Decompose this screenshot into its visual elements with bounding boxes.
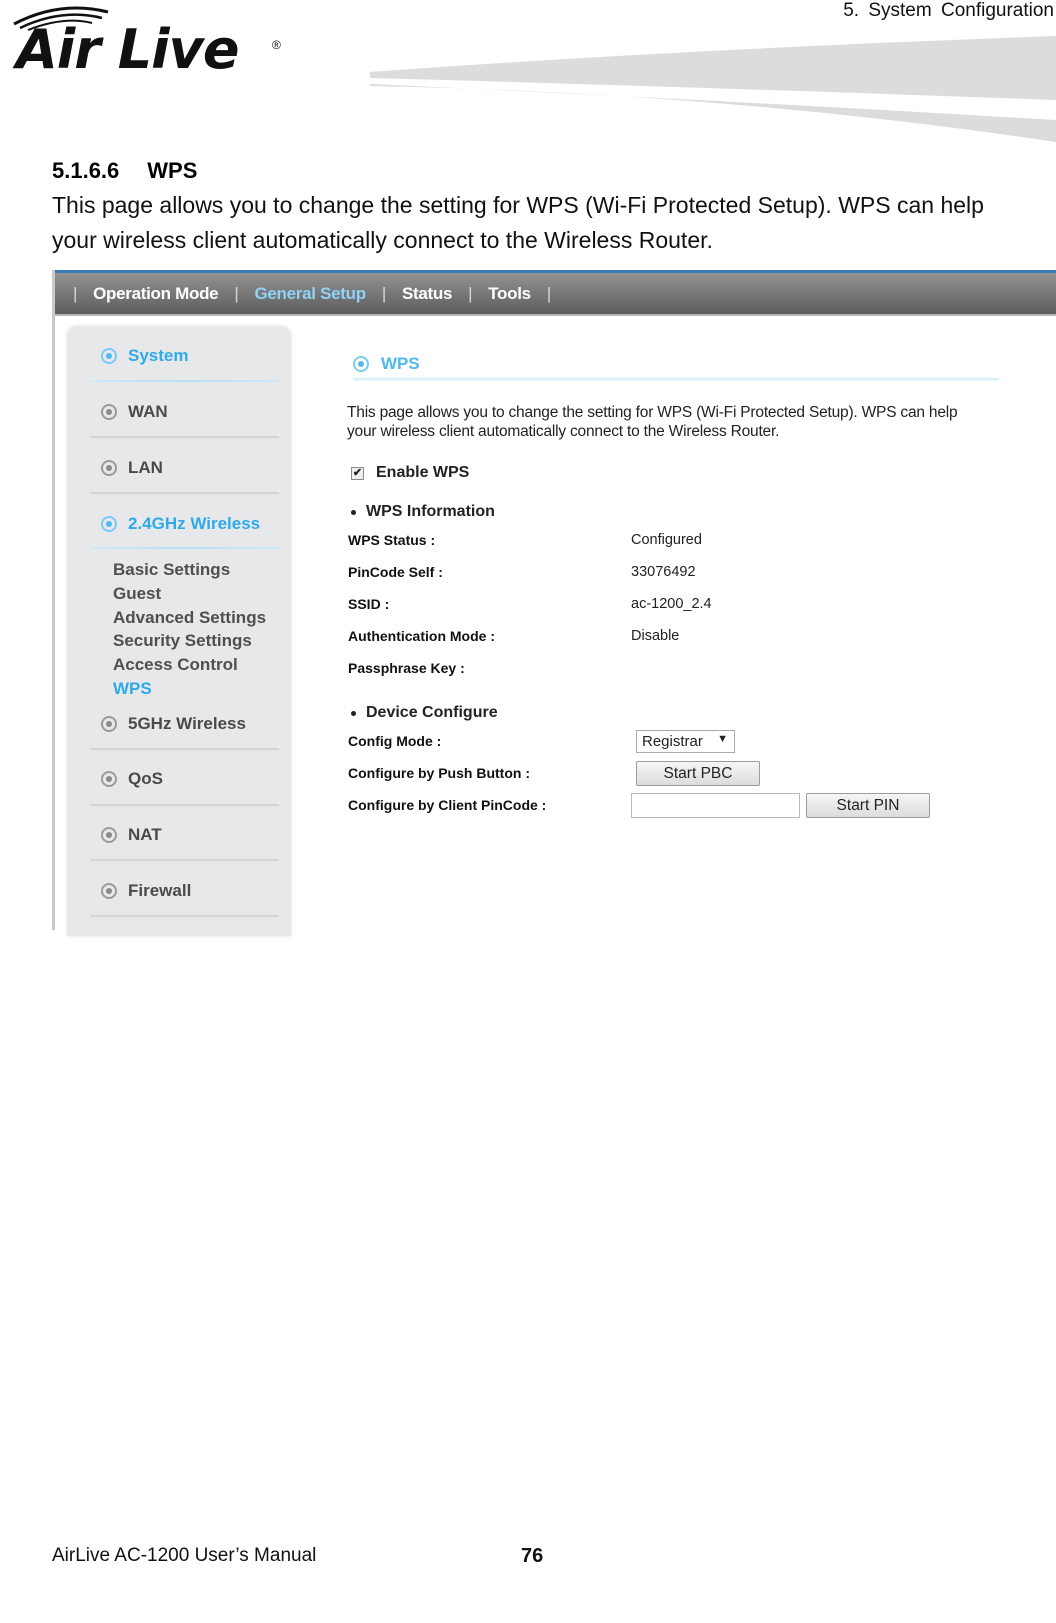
submenu-advanced-settings[interactable]: Advanced Settings — [113, 606, 266, 630]
sidebar-item-lan[interactable]: LAN — [91, 440, 281, 496]
submenu-security-settings[interactable]: Security Settings — [113, 629, 266, 653]
wps-information-heading: WPS Information — [349, 503, 495, 521]
section-heading: 5.1.6.6 WPS — [52, 158, 197, 184]
config-mode-label: Config Mode : — [348, 733, 442, 749]
device-configure-heading: Device Configure — [349, 704, 498, 722]
pincode-self-label: PinCode Self : — [348, 564, 443, 580]
nav-status[interactable]: Status — [402, 284, 452, 304]
push-button-label: Configure by Push Button : — [348, 765, 530, 781]
sidebar-divider — [91, 915, 279, 917]
sidebar-item-label: Firewall — [128, 881, 192, 900]
wps-status-value: Configured — [631, 532, 702, 548]
sidebar-submenu: Basic Settings Guest Advanced Settings S… — [113, 558, 266, 701]
dropdown-arrow-icon: ▼ — [717, 733, 728, 745]
client-pincode-label: Configure by Client PinCode : — [348, 797, 547, 813]
ssid-label: SSID : — [348, 596, 390, 612]
sidebar-item-label: NAT — [128, 825, 162, 844]
nav-separator: | — [381, 284, 386, 303]
enable-wps-row: ✔ Enable WPS — [351, 464, 469, 482]
nav-separator: | — [73, 284, 78, 303]
sidebar-divider — [91, 380, 279, 382]
radio-target-icon — [101, 827, 117, 843]
sidebar: System WAN LAN 2.4GHz Wireless Basic Set… — [67, 326, 291, 936]
radio-target-icon — [353, 356, 369, 372]
radio-target-icon — [101, 516, 117, 532]
submenu-basic-settings[interactable]: Basic Settings — [113, 558, 266, 582]
registered-mark: ® — [272, 38, 281, 52]
sidebar-item-5ghz-wireless[interactable]: 5GHz Wireless — [91, 696, 281, 752]
radio-target-icon — [101, 348, 117, 364]
sidebar-divider — [91, 804, 279, 806]
footer-manual-title: AirLive AC-1200 User’s Manual — [52, 1545, 317, 1566]
logo-text: Air Live — [16, 18, 239, 81]
pane-title: WPS — [353, 354, 420, 374]
sidebar-item-qos[interactable]: QoS — [91, 751, 281, 807]
header-swoosh-decoration — [370, 36, 1056, 142]
pane-title-divider — [353, 378, 999, 381]
wps-status-label: WPS Status : — [348, 532, 436, 548]
sidebar-item-label: LAN — [128, 458, 163, 477]
sidebar-divider — [91, 859, 279, 861]
sidebar-item-firewall[interactable]: Firewall — [91, 863, 281, 919]
sidebar-item-label: System — [128, 346, 189, 365]
submenu-guest[interactable]: Guest — [113, 582, 266, 606]
radio-target-icon — [101, 404, 117, 420]
sidebar-item-label: WAN — [128, 402, 168, 421]
sidebar-item-label: QoS — [128, 769, 163, 788]
chapter-header: 5. System Configuration — [843, 0, 1054, 21]
nav-operation-mode[interactable]: Operation Mode — [93, 284, 219, 304]
sidebar-item-label: 2.4GHz Wireless — [128, 514, 261, 533]
intro-line-2: your wireless client automatically conne… — [52, 227, 713, 253]
intro-line-1: This page allows you to change the setti… — [52, 192, 984, 218]
nav-tools[interactable]: Tools — [488, 284, 531, 304]
section-intro: This page allows you to change the setti… — [52, 188, 1056, 258]
pane-desc-line-2: your wireless client automatically conne… — [347, 423, 780, 440]
pane-desc-line-1: This page allows you to change the setti… — [347, 404, 958, 421]
sidebar-divider — [91, 547, 279, 549]
sidebar-item-system[interactable]: System — [91, 328, 281, 384]
heading-text: WPS Information — [366, 503, 495, 520]
heading-text: Device Configure — [366, 704, 498, 721]
ssid-value: ac-1200_2.4 — [631, 596, 712, 612]
airlive-logo: Air Live ® — [10, 2, 290, 84]
enable-wps-checkbox[interactable]: ✔ — [351, 466, 364, 480]
nav-general-setup[interactable]: General Setup — [254, 284, 366, 304]
config-mode-select[interactable]: Registrar ▼ — [636, 730, 735, 753]
bullet-icon — [351, 710, 356, 716]
pane-title-text: WPS — [381, 354, 420, 373]
authentication-mode-value: Disable — [631, 628, 680, 644]
start-pbc-button[interactable]: Start PBC — [636, 761, 760, 786]
start-pin-button[interactable]: Start PIN — [806, 793, 930, 818]
passphrase-key-label: Passphrase Key : — [348, 660, 465, 676]
pane-description: This page allows you to change the setti… — [347, 403, 958, 441]
radio-target-icon — [101, 883, 117, 899]
sidebar-divider — [91, 748, 279, 750]
enable-wps-label: Enable WPS — [376, 464, 470, 481]
section-number: 5.1.6.6 — [52, 158, 120, 183]
nav-separator: | — [234, 284, 239, 303]
sidebar-item-2-4ghz-wireless[interactable]: 2.4GHz Wireless — [91, 496, 281, 552]
sidebar-item-label: 5GHz Wireless — [128, 714, 246, 733]
sidebar-item-wan[interactable]: WAN — [91, 384, 281, 440]
nav-separator: | — [468, 284, 473, 303]
config-mode-selected: Registrar — [642, 733, 703, 750]
nav-separator: | — [546, 284, 551, 303]
sidebar-divider — [91, 436, 279, 438]
radio-target-icon — [101, 716, 117, 732]
authentication-mode-label: Authentication Mode : — [348, 628, 495, 644]
router-ui-screenshot: | Operation Mode | General Setup | Statu… — [52, 270, 1056, 936]
sidebar-divider — [91, 492, 279, 494]
client-pincode-input[interactable] — [631, 793, 800, 818]
sidebar-item-nat[interactable]: NAT — [91, 807, 281, 863]
submenu-access-control[interactable]: Access Control — [113, 653, 266, 677]
radio-target-icon — [101, 460, 117, 476]
top-nav-bar: | Operation Mode | General Setup | Statu… — [55, 270, 1056, 316]
page-number: 76 — [521, 1545, 544, 1567]
radio-target-icon — [101, 771, 117, 787]
pincode-self-value: 33076492 — [631, 564, 696, 580]
bullet-icon — [351, 509, 356, 515]
section-title: WPS — [147, 158, 198, 183]
